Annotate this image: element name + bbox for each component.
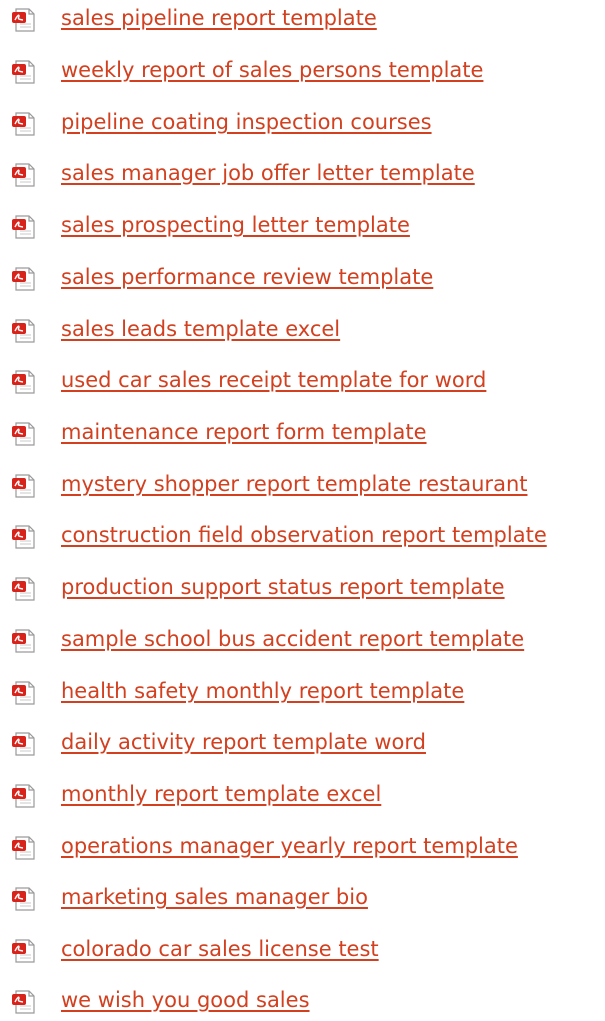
document-link[interactable]: production support status report templat… — [61, 575, 505, 599]
pdf-file-icon — [11, 731, 37, 757]
document-link[interactable]: marketing sales manager bio — [61, 885, 368, 909]
document-link[interactable]: health safety monthly report template — [61, 679, 464, 703]
pdf-file-icon — [11, 111, 37, 137]
pdf-file-icon — [11, 835, 37, 861]
pdf-file-icon — [11, 266, 37, 292]
document-link[interactable]: pipeline coating inspection courses — [61, 110, 432, 134]
pdf-file-icon — [11, 886, 37, 912]
document-link[interactable]: sales manager job offer letter template — [61, 161, 475, 185]
document-link[interactable]: construction field observation report te… — [61, 523, 547, 547]
pdf-file-icon — [11, 421, 37, 447]
pdf-file-icon — [11, 318, 37, 344]
pdf-file-icon — [11, 989, 37, 1015]
pdf-file-icon — [11, 214, 37, 240]
pdf-file-icon — [11, 524, 37, 550]
document-link[interactable]: daily activity report template word — [61, 730, 426, 754]
document-link[interactable]: used car sales receipt template for word — [61, 368, 486, 392]
document-link[interactable]: sales prospecting letter template — [61, 213, 410, 237]
pdf-file-icon — [11, 576, 37, 602]
pdf-file-icon — [11, 7, 37, 33]
document-link[interactable]: sample school bus accident report templa… — [61, 627, 524, 651]
pdf-file-icon — [11, 680, 37, 706]
document-link[interactable]: sales pipeline report template — [61, 6, 377, 30]
document-link[interactable]: monthly report template excel — [61, 782, 381, 806]
pdf-file-icon — [11, 938, 37, 964]
document-link[interactable]: mystery shopper report template restaura… — [61, 472, 527, 496]
pdf-file-icon — [11, 783, 37, 809]
document-link[interactable]: sales leads template excel — [61, 317, 340, 341]
document-link[interactable]: operations manager yearly report templat… — [61, 834, 518, 858]
pdf-file-icon — [11, 473, 37, 499]
pdf-file-icon — [11, 59, 37, 85]
document-link[interactable]: colorado car sales license test — [61, 937, 379, 961]
pdf-file-icon — [11, 628, 37, 654]
pdf-file-icon — [11, 162, 37, 188]
document-link[interactable]: we wish you good sales — [61, 988, 310, 1012]
document-link[interactable]: weekly report of sales persons template — [61, 58, 483, 82]
document-link[interactable]: maintenance report form template — [61, 420, 427, 444]
pdf-file-icon — [11, 369, 37, 395]
document-link[interactable]: sales performance review template — [61, 265, 433, 289]
